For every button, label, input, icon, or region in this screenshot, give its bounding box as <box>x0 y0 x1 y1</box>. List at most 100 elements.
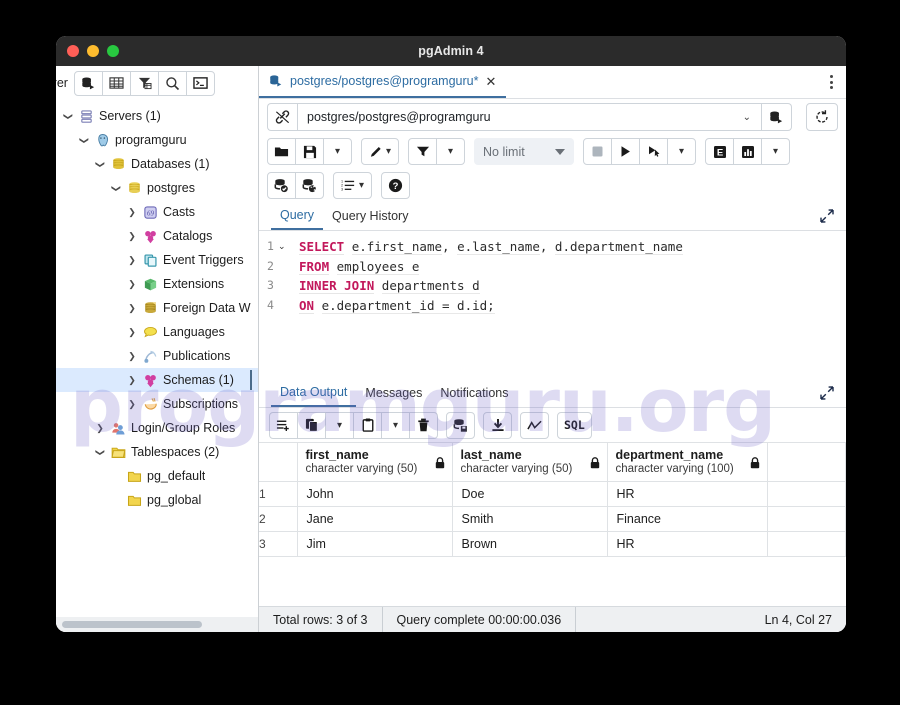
save-file-button[interactable] <box>295 138 324 165</box>
tree-node-casts[interactable]: ❯ 69 Casts <box>56 200 258 224</box>
tab-query-tool[interactable]: postgres/postgres@programguru* ✕ <box>259 66 507 98</box>
tree-node-schemas-1[interactable]: ❯ Schemas (1) <box>56 368 258 392</box>
execute-button[interactable] <box>611 138 641 165</box>
tree-node-pg-global[interactable]: pg_global <box>56 488 258 512</box>
tab-query[interactable]: Query <box>271 202 324 230</box>
tree-node-login-group-roles[interactable]: ❯ Login/Group Roles <box>56 416 258 440</box>
save-data-button[interactable] <box>446 411 475 439</box>
table-cell[interactable]: Jane <box>297 506 453 532</box>
connection-selector[interactable]: postgres/postgres@programguru ⌄ <box>267 103 792 131</box>
minimize-window-button[interactable] <box>87 45 99 57</box>
connection-database-icon[interactable] <box>762 103 792 131</box>
chevron-right-icon[interactable]: ❯ <box>124 399 140 409</box>
paste-button[interactable] <box>353 411 382 439</box>
connection-input[interactable]: postgres/postgres@programguru ⌄ <box>297 103 762 131</box>
explain-dropdown-button[interactable]: ▾ <box>761 138 791 165</box>
paste-dropdown-button[interactable]: ▾ <box>381 411 410 439</box>
tree-node-publications[interactable]: ❯ Publications <box>56 344 258 368</box>
tree-node-event-triggers[interactable]: ❯ Event Triggers <box>56 248 258 272</box>
chevron-right-icon[interactable]: ❯ <box>124 255 140 265</box>
table-cell[interactable]: Doe <box>452 481 608 507</box>
graph-visualiser-button[interactable] <box>520 411 549 439</box>
tree-node-servers-1[interactable]: ❯ Servers (1) <box>56 104 258 128</box>
download-csv-button[interactable] <box>483 411 512 439</box>
table-row[interactable]: 2 Jane Smith Finance <box>259 506 846 532</box>
row-limit-select[interactable]: No limit <box>474 138 575 165</box>
tree-node-pg-default[interactable]: pg_default <box>56 464 258 488</box>
table-cell[interactable]: Brown <box>452 531 608 557</box>
delete-row-button[interactable] <box>409 411 438 439</box>
maximize-window-button[interactable] <box>107 45 119 57</box>
table-row[interactable]: 1 John Doe HR <box>259 481 846 507</box>
query-expand-button[interactable] <box>820 202 834 230</box>
tree-node-postgres[interactable]: ❯ postgres <box>56 176 258 200</box>
explain-analyze-button[interactable] <box>733 138 763 165</box>
column-header-first_name[interactable]: first_name character varying (50) <box>297 442 453 482</box>
tree-node-foreign-data-w[interactable]: ❯ Foreign Data W <box>56 296 258 320</box>
filter-table-button[interactable] <box>129 70 159 96</box>
column-header-last_name[interactable]: last_name character varying (50) <box>452 442 608 482</box>
execute-dropdown-button[interactable]: ▾ <box>667 138 697 165</box>
tree-node-extensions[interactable]: ❯ Extensions <box>56 272 258 296</box>
query-tool-button[interactable] <box>73 70 103 96</box>
refresh-button[interactable] <box>806 103 838 131</box>
tab-messages[interactable]: Messages <box>356 379 431 407</box>
tree-node-tablespaces-2[interactable]: ❯ Tablespaces (2) <box>56 440 258 464</box>
tree-node-catalogs[interactable]: ❯ Catalogs <box>56 224 258 248</box>
table-cell[interactable]: John <box>297 481 453 507</box>
execute-cursor-button[interactable] <box>639 138 669 165</box>
table-cell[interactable]: Smith <box>452 506 608 532</box>
stop-button[interactable] <box>583 138 613 165</box>
sql-editor[interactable]: 1 ⌄ 2 3 4 SELECT e.first_name, e.last_name, … <box>259 231 846 379</box>
output-expand-button[interactable] <box>820 379 834 407</box>
help-button[interactable]: ? <box>381 171 411 199</box>
query-sql-button[interactable]: SQL <box>557 411 592 439</box>
code-line[interactable]: ON e.department_id = d.id; <box>299 296 846 316</box>
chevron-right-icon[interactable]: ❯ <box>124 231 140 241</box>
chevron-right-icon[interactable]: ❯ <box>124 351 140 361</box>
chevron-down-icon[interactable]: ❯ <box>96 444 106 460</box>
search-objects-button[interactable] <box>157 70 187 96</box>
chevron-right-icon[interactable]: ❯ <box>124 375 140 385</box>
table-cell[interactable]: HR <box>607 481 768 507</box>
chevron-down-icon[interactable]: ⌄ <box>739 112 755 123</box>
tree-node-databases-1[interactable]: ❯ Databases (1) <box>56 152 258 176</box>
more-options-icon[interactable] <box>816 66 846 98</box>
row-number[interactable]: 1 <box>259 481 298 507</box>
view-data-button[interactable] <box>101 70 131 96</box>
chevron-right-icon[interactable]: ❯ <box>124 279 140 289</box>
tab-query-history[interactable]: Query History <box>323 202 417 230</box>
code-line[interactable]: FROM employees e <box>299 257 846 277</box>
chevron-right-icon[interactable]: ❯ <box>124 207 140 217</box>
chevron-down-icon[interactable]: ❯ <box>112 180 122 196</box>
filter-button[interactable] <box>408 138 438 165</box>
row-number[interactable]: 3 <box>259 531 298 557</box>
macros-button[interactable]: 1 2 3 ▾ <box>333 171 373 199</box>
table-cell[interactable]: Finance <box>607 506 768 532</box>
table-cell[interactable]: HR <box>607 531 768 557</box>
explain-button[interactable]: E <box>705 138 735 165</box>
column-header-department_name[interactable]: department_name character varying (100) <box>607 442 768 482</box>
tree-scrollbar-thumb[interactable] <box>62 621 202 628</box>
tree-node-programguru[interactable]: ❯ programguru <box>56 128 258 152</box>
commit-button[interactable] <box>267 171 296 199</box>
chevron-down-icon[interactable]: ❯ <box>64 108 74 124</box>
chevron-right-icon[interactable]: ❯ <box>92 423 108 433</box>
code-line[interactable]: SELECT e.first_name, e.last_name, d.depa… <box>299 237 846 257</box>
table-row[interactable]: 3 Jim Brown HR <box>259 531 846 557</box>
disconnect-icon[interactable] <box>267 103 297 131</box>
filter-dropdown-button[interactable]: ▾ <box>436 138 466 165</box>
add-row-button[interactable] <box>269 411 298 439</box>
save-dropdown-button[interactable]: ▾ <box>323 138 352 165</box>
fold-toggle-icon[interactable]: ⌄ <box>278 237 286 257</box>
psql-tool-button[interactable] <box>185 70 215 96</box>
chevron-down-icon[interactable]: ❯ <box>96 156 106 172</box>
editor-code[interactable]: SELECT e.first_name, e.last_name, d.depa… <box>299 237 846 379</box>
tab-data-output[interactable]: Data Output <box>271 379 357 407</box>
chevron-right-icon[interactable]: ❯ <box>124 303 140 313</box>
copy-dropdown-button[interactable]: ▾ <box>325 411 354 439</box>
tree-node-subscriptions[interactable]: ❯ Subscriptions <box>56 392 258 416</box>
tab-notifications[interactable]: Notifications <box>431 379 517 407</box>
results-grid[interactable]: first_name character varying (50) last_nam… <box>259 442 846 606</box>
code-line[interactable]: INNER JOIN departments d <box>299 276 846 296</box>
